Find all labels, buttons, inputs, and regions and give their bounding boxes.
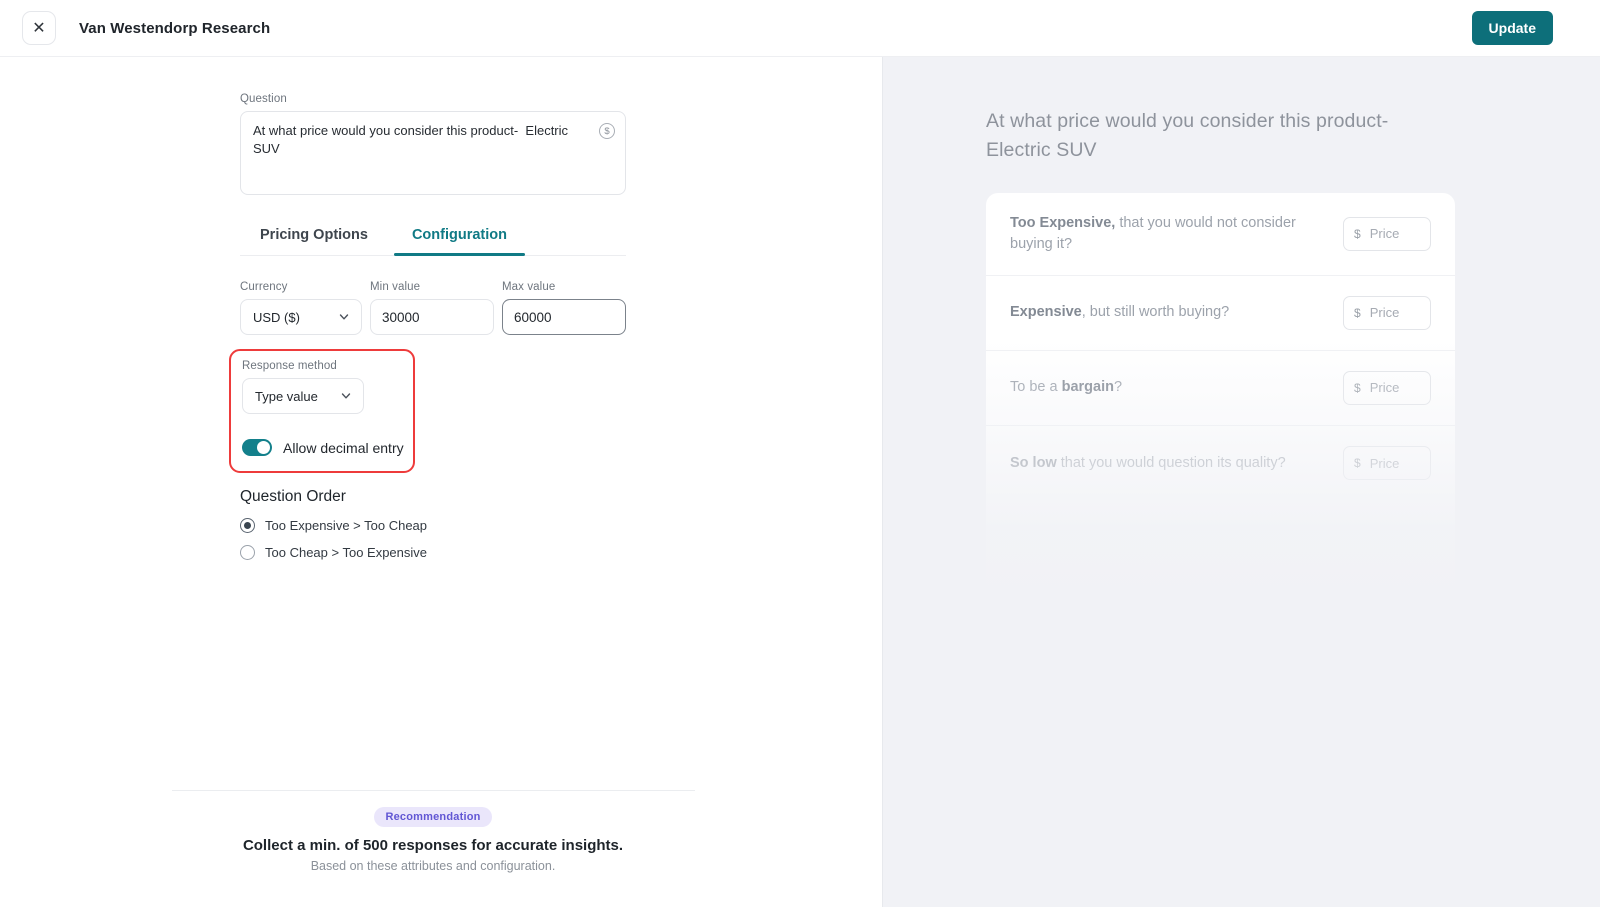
preview-row-text: Too Expensive, that you would not consid… [1010,213,1305,255]
dollar-circle-icon: $ [599,123,615,139]
price-input-too-expensive[interactable]: $ Price [1343,217,1431,251]
price-input-so-low[interactable]: $ Price [1343,446,1431,480]
dollar-icon: $ [1354,456,1361,470]
recommendation-subtext: Based on these attributes and configurat… [0,859,866,873]
radio-selected-icon [240,518,255,533]
allow-decimal-label: Allow decimal entry [283,440,404,456]
allow-decimal-toggle[interactable] [242,439,272,456]
radio-option-too-expensive-first[interactable]: Too Expensive > Too Cheap [240,518,626,533]
tab-pricing-options[interactable]: Pricing Options [256,219,372,255]
price-input-expensive[interactable]: $ Price [1343,296,1431,330]
price-input-bargain[interactable]: $ Price [1343,371,1431,405]
toggle-knob [257,441,270,454]
main-area: Question At what price would you conside… [0,57,1600,907]
radio-option-too-cheap-first[interactable]: Too Cheap > Too Expensive [240,545,626,560]
decimal-toggle-row: Allow decimal entry [242,439,402,456]
question-order-group: Question Order Too Expensive > Too Cheap… [240,488,626,560]
response-method-select[interactable]: Type value [242,378,364,414]
preview-row-text: To be a bargain? [1010,377,1305,398]
price-placeholder: Price [1370,456,1400,471]
update-button[interactable]: Update [1472,11,1553,45]
currency-select[interactable]: USD ($) [240,299,362,335]
question-input[interactable]: At what price would you consider this pr… [240,111,626,195]
max-value-label: Max value [502,281,626,293]
close-icon: ✕ [32,18,45,38]
max-value-input[interactable] [502,299,626,335]
min-value-label: Min value [370,281,494,293]
currency-select-value: USD ($) [253,310,300,325]
top-bar: ✕ Van Westendorp Research Update [0,0,1600,57]
app-window: ✕ Van Westendorp Research Update Questio… [0,0,1600,907]
preview-panel: At what price would you consider this pr… [883,57,1600,907]
response-method-label: Response method [242,360,402,372]
price-placeholder: Price [1370,305,1400,320]
radio-option-label: Too Cheap > Too Expensive [265,545,427,560]
preview-row-too-expensive: Too Expensive, that you would not consid… [986,193,1455,276]
question-label: Question [240,93,626,105]
price-placeholder: Price [1370,380,1400,395]
dollar-icon: $ [1354,227,1361,241]
question-text: At what price would you consider this pr… [253,122,591,158]
tab-configuration[interactable]: Configuration [408,219,511,255]
radio-option-label: Too Expensive > Too Cheap [265,518,427,533]
radio-unselected-icon [240,545,255,560]
recommendation-badge: Recommendation [374,807,491,827]
price-placeholder: Price [1370,226,1400,241]
close-button[interactable]: ✕ [22,11,56,45]
page-title: Van Westendorp Research [79,20,270,37]
tab-bar: Pricing Options Configuration [240,219,626,256]
chevron-down-icon [341,391,351,401]
dollar-icon: $ [1354,306,1361,320]
preview-question-title: At what price would you consider this pr… [986,107,1438,166]
annotation-highlight-box: Response method Type value Allow decimal… [229,349,415,473]
recommendation-footer: Recommendation Collect a min. of 500 res… [0,790,866,907]
preview-card-wrap: Too Expensive, that you would not consid… [986,193,1455,611]
preview-row-text: Expensive, but still worth buying? [1010,302,1305,323]
preview-row-so-low: So low that you would question its quali… [986,426,1455,501]
min-value-input[interactable] [370,299,494,335]
response-method-value: Type value [255,389,318,404]
preview-card: Too Expensive, that you would not consid… [986,193,1455,611]
editor-panel: Question At what price would you conside… [0,57,883,907]
dollar-icon: $ [1354,381,1361,395]
value-config-row: Currency USD ($) Min value Max value [240,281,626,335]
chevron-down-icon [339,312,349,322]
preview-row-bargain: To be a bargain? $ Price [986,351,1455,426]
recommendation-headline: Collect a min. of 500 responses for accu… [0,837,866,854]
preview-row-expensive: Expensive, but still worth buying? $ Pri… [986,276,1455,351]
preview-row-text: So low that you would question its quali… [1010,453,1305,474]
question-order-title: Question Order [240,488,626,506]
currency-label: Currency [240,281,362,293]
divider [172,790,695,791]
